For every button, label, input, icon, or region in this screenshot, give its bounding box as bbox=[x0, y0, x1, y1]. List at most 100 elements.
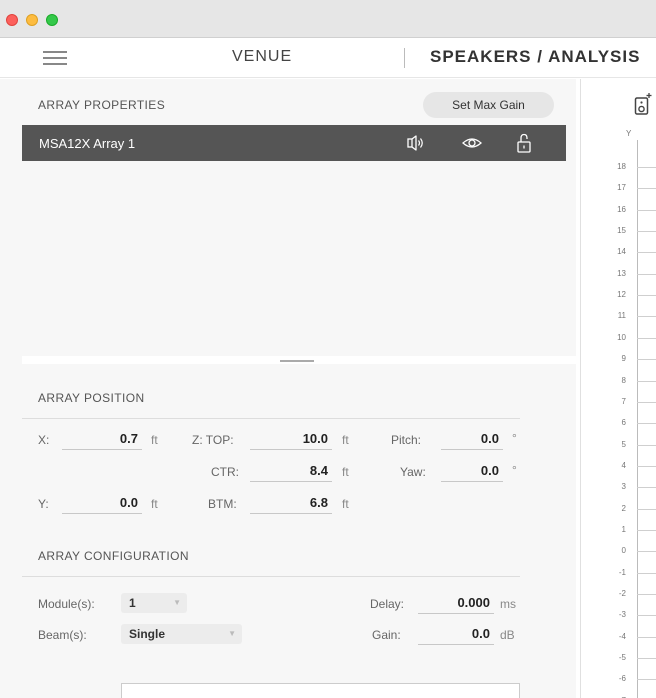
y-axis-tick-label: 14 bbox=[617, 247, 626, 256]
y-axis-tick bbox=[637, 551, 656, 552]
y-axis-tick bbox=[637, 188, 656, 189]
y-axis-tick-label: 3 bbox=[621, 482, 626, 491]
y-axis-tick-label: 15 bbox=[617, 226, 626, 235]
y-axis-tick bbox=[637, 530, 656, 531]
pitch-field[interactable]: 0.0 bbox=[441, 430, 503, 450]
y-label: Y: bbox=[38, 497, 49, 511]
y-axis-tick-label: -1 bbox=[618, 568, 626, 577]
y-axis-tick bbox=[637, 402, 656, 403]
app-header: VENUE SPEAKERS / ANALYSIS bbox=[0, 38, 656, 78]
array-list-item[interactable]: MSA12X Array 1 bbox=[22, 125, 566, 161]
ctr-unit: ft bbox=[342, 465, 349, 479]
modules-value: 1 bbox=[129, 596, 136, 610]
y-axis-tick bbox=[637, 274, 656, 275]
tab-divider bbox=[404, 48, 405, 68]
pitch-label: Pitch: bbox=[391, 433, 422, 447]
y-axis-tick-label: 13 bbox=[617, 269, 626, 278]
y-axis-tick-label: 7 bbox=[621, 397, 626, 406]
z-top-field[interactable]: 10.0 bbox=[250, 430, 332, 450]
y-axis-tick bbox=[637, 167, 656, 168]
y-axis-label: Y bbox=[626, 129, 632, 138]
array-position-title: ARRAY POSITION bbox=[38, 391, 145, 405]
close-window-button[interactable] bbox=[6, 14, 18, 26]
pitch-unit: ° bbox=[512, 431, 517, 445]
z-top-unit: ft bbox=[342, 433, 349, 447]
y-axis-tick-label: 2 bbox=[621, 504, 626, 513]
speaker-icon[interactable] bbox=[405, 133, 425, 153]
splitter-drag-handle[interactable] bbox=[280, 360, 314, 362]
tab-speakers-analysis[interactable]: SPEAKERS / ANALYSIS bbox=[430, 47, 640, 67]
x-unit: ft bbox=[151, 433, 158, 447]
y-unit: ft bbox=[151, 497, 158, 511]
y-axis-tick bbox=[637, 573, 656, 574]
y-axis-tick-label: -5 bbox=[618, 653, 626, 662]
x-label: X: bbox=[38, 433, 50, 447]
x-position-field[interactable]: 0.7 bbox=[62, 430, 142, 450]
gain-unit: dB bbox=[500, 628, 515, 642]
y-axis-tick bbox=[637, 637, 656, 638]
notes-text-area[interactable] bbox=[121, 683, 520, 698]
y-axis-tick-label: 12 bbox=[617, 290, 626, 299]
y-axis-tick-label: 8 bbox=[621, 376, 626, 385]
y-axis-tick bbox=[637, 316, 656, 317]
y-axis-tick bbox=[637, 594, 656, 595]
y-axis-tick-label: 11 bbox=[617, 311, 626, 320]
y-axis-tick bbox=[637, 487, 656, 488]
eye-icon[interactable] bbox=[462, 133, 482, 153]
array-name-label: MSA12X Array 1 bbox=[39, 136, 136, 151]
delay-unit: ms bbox=[500, 597, 516, 611]
y-axis-tick bbox=[637, 252, 656, 253]
ctr-label: CTR: bbox=[211, 465, 239, 479]
y-axis-tick-label: 0 bbox=[621, 546, 626, 555]
hamburger-menu-icon[interactable] bbox=[43, 50, 67, 66]
beams-value: Single bbox=[129, 627, 166, 641]
y-axis-tick-label: -3 bbox=[618, 610, 626, 619]
beams-dropdown[interactable]: Single ▼ bbox=[121, 624, 242, 644]
btm-unit: ft bbox=[342, 497, 349, 511]
gain-label: Gain: bbox=[372, 628, 401, 642]
y-axis-tick-label: 10 bbox=[617, 333, 626, 342]
y-axis-tick-label: 16 bbox=[617, 205, 626, 214]
minimize-window-button[interactable] bbox=[26, 14, 38, 26]
zoom-window-button[interactable] bbox=[46, 14, 58, 26]
y-axis-tick bbox=[637, 359, 656, 360]
y-axis-tick bbox=[637, 615, 656, 616]
y-axis-tick-label: -6 bbox=[618, 674, 626, 683]
chevron-down-icon: ▼ bbox=[173, 598, 181, 607]
window-titlebar bbox=[0, 0, 656, 38]
modules-dropdown[interactable]: 1 ▼ bbox=[121, 593, 187, 613]
tab-venue[interactable]: VENUE bbox=[232, 48, 292, 66]
gain-field[interactable]: 0.0 bbox=[418, 625, 494, 645]
delay-label: Delay: bbox=[370, 597, 405, 611]
y-axis-tick bbox=[637, 381, 656, 382]
delay-field[interactable]: 0.000 bbox=[418, 594, 494, 614]
btm-field[interactable]: 6.8 bbox=[250, 494, 332, 514]
y-position-field[interactable]: 0.0 bbox=[62, 494, 142, 514]
y-axis-tick-label: 1 bbox=[621, 525, 626, 534]
y-axis-tick bbox=[637, 466, 656, 467]
add-speaker-icon[interactable] bbox=[634, 92, 652, 116]
y-axis-tick-label: 5 bbox=[621, 440, 626, 449]
y-axis-tick-label: 17 bbox=[617, 183, 626, 192]
y-axis-tick bbox=[637, 509, 656, 510]
modules-label: Module(s): bbox=[38, 597, 95, 611]
array-configuration-title: ARRAY CONFIGURATION bbox=[38, 549, 189, 563]
y-axis-tick-label: 9 bbox=[621, 354, 626, 363]
btm-label: BTM: bbox=[208, 497, 237, 511]
z-top-label: Z: TOP: bbox=[192, 433, 234, 447]
y-axis-tick-label: -2 bbox=[618, 589, 626, 598]
yaw-label: Yaw: bbox=[400, 465, 426, 479]
beams-label: Beam(s): bbox=[38, 628, 87, 642]
ctr-field[interactable]: 8.4 bbox=[250, 462, 332, 482]
y-axis-tick bbox=[637, 679, 656, 680]
y-axis-tick bbox=[637, 445, 656, 446]
yaw-field[interactable]: 0.0 bbox=[441, 462, 503, 482]
y-axis-tick bbox=[637, 658, 656, 659]
set-max-gain-button[interactable]: Set Max Gain bbox=[423, 92, 554, 118]
yaw-unit: ° bbox=[512, 463, 517, 477]
array-properties-title: ARRAY PROPERTIES bbox=[38, 98, 166, 112]
y-axis-tick bbox=[637, 338, 656, 339]
y-axis-tick bbox=[637, 295, 656, 296]
unlock-icon[interactable] bbox=[514, 133, 534, 153]
y-axis-tick-label: -4 bbox=[618, 632, 626, 641]
